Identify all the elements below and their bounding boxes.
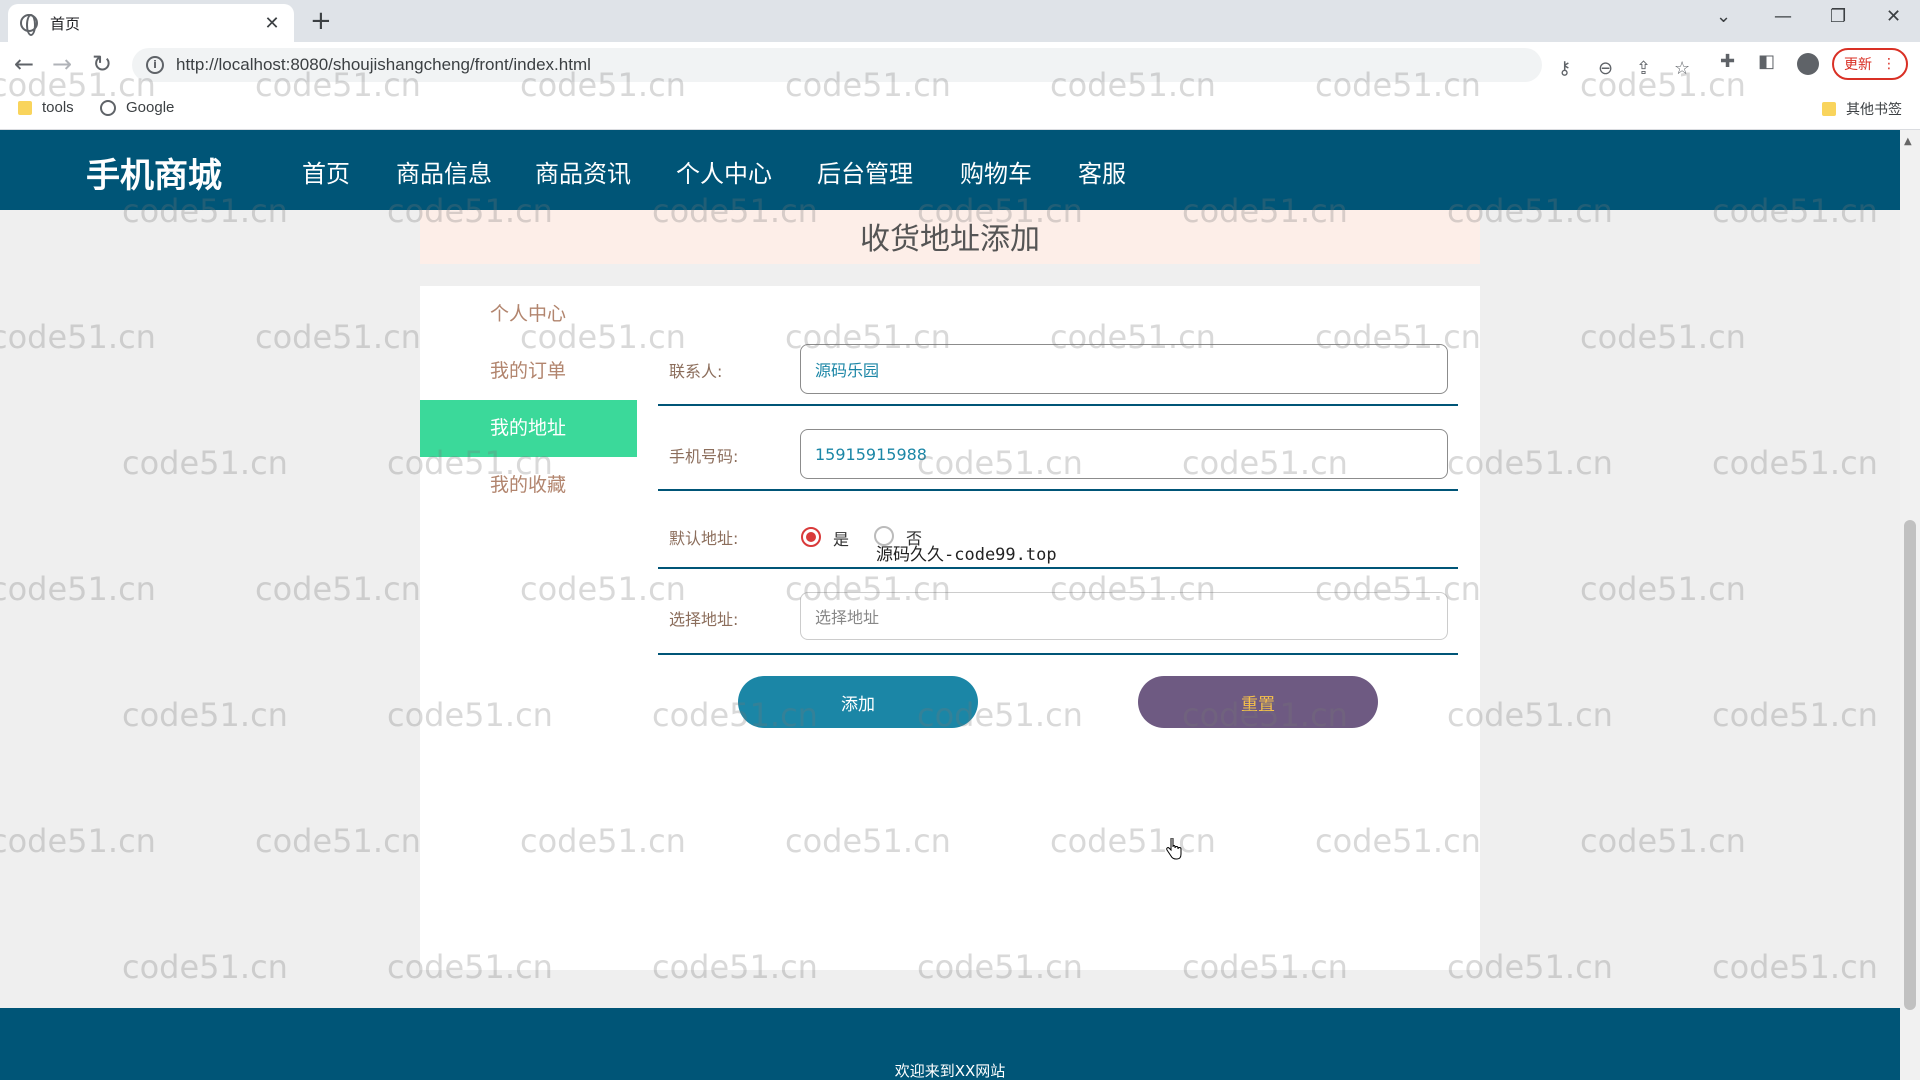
scroll-up-icon[interactable]: ▲ — [1904, 136, 1912, 147]
bookmark-tools[interactable]: tools — [18, 99, 74, 116]
back-icon[interactable]: ← — [14, 50, 34, 78]
update-button[interactable]: 更新 ⋮ — [1832, 48, 1908, 80]
new-tab-button[interactable]: + — [310, 6, 332, 36]
page-scrollbar[interactable]: ▲ — [1900, 130, 1920, 1080]
forward-icon[interactable]: → — [52, 50, 72, 78]
contact-input[interactable]: 源码乐园 — [800, 344, 1448, 394]
address-bar[interactable]: i http://localhost:8080/shoujishangcheng… — [132, 48, 1690, 82]
nav-cart[interactable]: 购物车 — [960, 154, 1032, 189]
sidebar-item-favorites[interactable]: 我的收藏 — [420, 457, 637, 514]
key-icon[interactable]: ⚷ — [1558, 58, 1571, 79]
phone-label: 手机号码: — [669, 447, 739, 466]
minimize-button[interactable]: — — [1774, 6, 1792, 27]
sidebar-item-personal-center[interactable]: 个人中心 — [420, 286, 637, 343]
zoom-icon[interactable]: ⊖ — [1598, 58, 1613, 79]
site-logo[interactable]: 手机商城 — [86, 148, 222, 197]
site-header: 手机商城 首页 商品信息 商品资讯 个人中心 后台管理 购物车 客服 — [0, 130, 1900, 215]
update-label: 更新 — [1844, 57, 1872, 73]
default-address-label: 默认地址: — [669, 529, 739, 548]
restore-button[interactable]: ❐ — [1830, 6, 1846, 27]
default-yes-label[interactable]: 是 — [833, 526, 849, 550]
menu-icon[interactable]: ⋮ — [1882, 56, 1896, 72]
globe-icon — [20, 14, 38, 36]
reload-icon[interactable]: ↻ — [92, 50, 112, 78]
hand-cursor-icon — [1166, 838, 1182, 860]
nav-home[interactable]: 首页 — [302, 154, 350, 189]
folder-icon — [1822, 102, 1836, 116]
extensions-icon[interactable]: ✚ — [1720, 51, 1735, 72]
nav-products[interactable]: 商品信息 — [396, 154, 492, 189]
nav-news[interactable]: 商品资讯 — [535, 154, 631, 189]
site-footer: 欢迎来到XX网站 — [0, 1008, 1900, 1080]
form-row-default — [658, 512, 1458, 569]
share-icon[interactable]: ⇪ — [1636, 58, 1651, 79]
page-title: 收货地址添加 — [420, 210, 1480, 264]
globe-icon — [100, 99, 116, 116]
contact-label: 联系人: — [669, 362, 723, 381]
bookmark-other[interactable]: 其他书签 — [1822, 99, 1902, 119]
sidebar-item-orders[interactable]: 我的订单 — [420, 343, 637, 400]
bookmarks-bar: tools Google 其他书签 — [0, 88, 1920, 130]
select-address-label: 选择地址: — [669, 610, 739, 629]
footer-text: 欢迎来到XX网站 — [894, 1062, 1006, 1080]
tab-title: 首页 — [50, 14, 81, 33]
sidepanel-icon[interactable]: ◧ — [1758, 51, 1775, 72]
overlay-watermark-text: 源码久久-code99.top — [876, 545, 1057, 565]
close-tab-icon[interactable]: ✕ — [262, 13, 282, 34]
star-icon[interactable]: ☆ — [1674, 58, 1690, 79]
url-text[interactable]: http://localhost:8080/shoujishangcheng/f… — [176, 55, 591, 75]
nav-service[interactable]: 客服 — [1078, 154, 1126, 189]
close-window-button[interactable]: ✕ — [1886, 6, 1901, 27]
browser-toolbar: ← → ↻ i http://localhost:8080/shoujishan… — [0, 42, 1920, 88]
tab-search-icon[interactable]: ⌄ — [1716, 6, 1731, 27]
nav-personal-center[interactable]: 个人中心 — [666, 154, 782, 215]
default-yes-radio[interactable] — [801, 527, 821, 547]
browser-tabbar: 首页 ✕ + ⌄ — ❐ ✕ — [0, 0, 1920, 42]
profile-avatar[interactable] — [1797, 53, 1819, 75]
nav-admin[interactable]: 后台管理 — [817, 154, 913, 189]
bookmark-label: 其他书签 — [1846, 101, 1902, 117]
browser-tab[interactable]: 首页 ✕ — [8, 4, 294, 42]
phone-input[interactable]: 15915915988 — [800, 429, 1448, 479]
bookmark-label: Google — [126, 99, 175, 116]
sidebar-item-address[interactable]: 我的地址 — [420, 400, 637, 457]
scroll-thumb[interactable] — [1904, 520, 1916, 1010]
bookmark-label: tools — [42, 99, 74, 116]
select-address-input[interactable]: 选择地址 — [800, 592, 1448, 640]
add-button[interactable]: 添加 — [738, 676, 978, 728]
bookmark-google[interactable]: Google — [100, 99, 174, 116]
info-icon[interactable]: i — [146, 56, 164, 74]
reset-button[interactable]: 重置 — [1138, 676, 1378, 728]
folder-icon — [18, 100, 32, 115]
